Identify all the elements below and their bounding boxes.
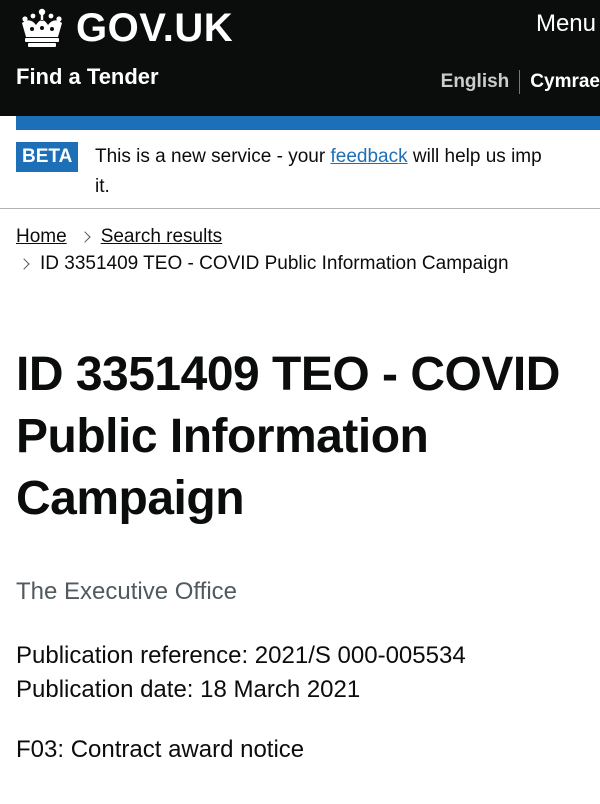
beta-text: This is a new service - your feedback wi…: [95, 142, 600, 171]
crown-icon: [22, 8, 62, 47]
publication-reference: Publication reference: 2021/S 000-005534: [16, 642, 466, 669]
publication-meta: Publication reference: 2021/S 000-005534…: [16, 639, 466, 707]
publication-date: Publication date: 18 March 2021: [16, 676, 361, 703]
logo-text: GOV.UK: [76, 6, 234, 50]
chevron-right-icon: [79, 231, 91, 243]
beta-text-after: will help us imp: [407, 146, 542, 167]
breadcrumb-search-results[interactable]: Search results: [101, 224, 222, 250]
language-welsh[interactable]: Cymrae: [520, 70, 600, 94]
breadcrumb-current: ID 3351409 TEO - COVID Public Informatio…: [40, 253, 509, 274]
language-english[interactable]: English: [441, 70, 521, 94]
breadcrumb-home[interactable]: Home: [16, 224, 67, 250]
beta-text-before: This is a new service - your: [95, 146, 331, 167]
banner-divider: [0, 208, 600, 209]
chevron-right-icon: [18, 258, 30, 270]
beta-text-line2: it.: [95, 176, 110, 197]
breadcrumb: Home Search results ID 3351409 TEO - COV…: [16, 224, 596, 277]
beta-tag: BETA: [16, 142, 79, 172]
language-switcher: English Cymrae: [441, 70, 600, 94]
service-name[interactable]: Find a Tender: [16, 63, 159, 91]
govuk-logo[interactable]: GOV.UK: [16, 6, 233, 50]
menu-button[interactable]: Menu: [536, 10, 596, 38]
phase-banner: BETA This is a new service - your feedba…: [16, 142, 600, 208]
header-accent-bar: [16, 116, 600, 130]
notice-type: F03: Contract award notice: [16, 736, 305, 763]
page-title: ID 3351409 TEO - COVID Public Informatio…: [16, 348, 560, 525]
feedback-link[interactable]: feedback: [330, 146, 407, 167]
organisation-name: The Executive Office: [16, 578, 237, 605]
site-header: GOV.UK Menu Find a Tender English Cymrae: [0, 0, 600, 116]
